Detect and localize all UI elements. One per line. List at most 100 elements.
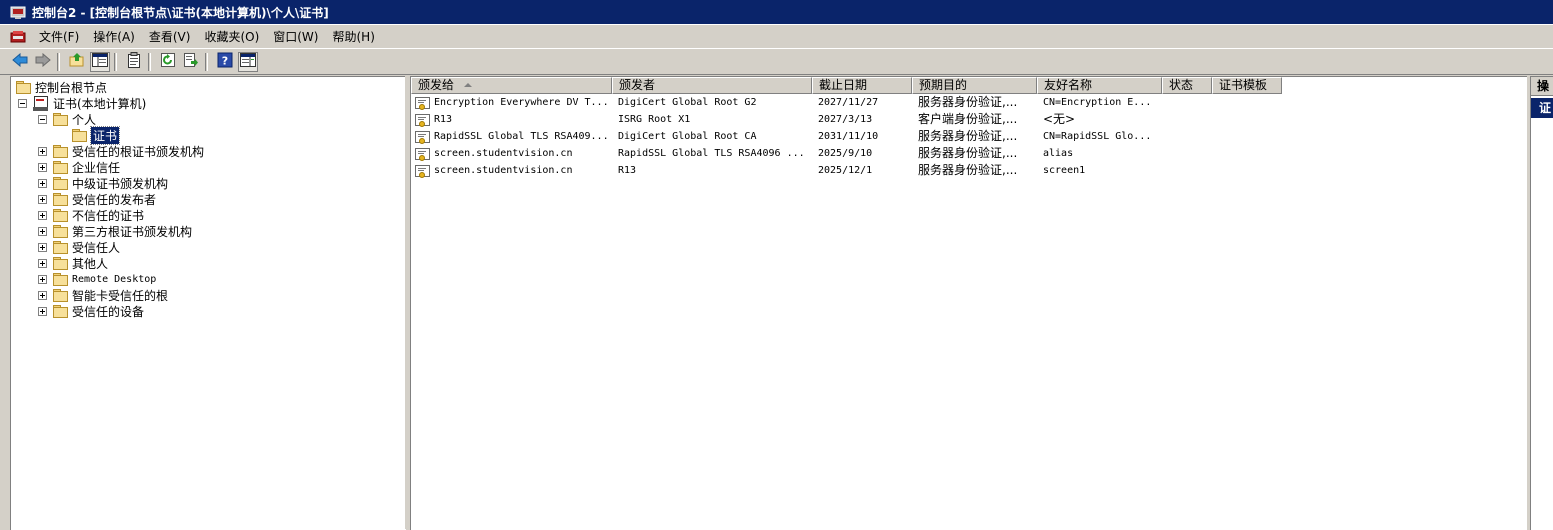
table-row[interactable]: screen.studentvision.cn RapidSSL Global … <box>411 145 1282 162</box>
cell-issued-by: R13 <box>618 165 637 176</box>
table-row[interactable]: RapidSSL Global TLS RSA409... DigiCert G… <box>411 128 1282 145</box>
collapse-icon[interactable] <box>18 98 27 108</box>
expand-icon[interactable] <box>38 226 47 236</box>
expand-icon[interactable] <box>38 258 47 268</box>
toolbar-separator <box>114 52 117 71</box>
expand-icon[interactable] <box>38 210 47 220</box>
menu-favorites[interactable]: 收藏夹(O) <box>197 27 266 47</box>
column-header-label: 颁发者 <box>619 78 656 92</box>
tree-node-trusted-publishers[interactable]: 受信任的发布者 <box>38 191 156 207</box>
tree-node-trusted-people[interactable]: 受信任人 <box>38 239 120 255</box>
column-header-issued-to[interactable]: 颁发给 <box>411 77 612 94</box>
results-list-pane[interactable]: 颁发给 颁发者 截止日期 预期目的 友好名称 状态 证书模板 Encryptio… <box>410 76 1527 530</box>
column-header-certificate-template[interactable]: 证书模板 <box>1212 77 1282 94</box>
cell-expiration-date: 2025/12/1 <box>818 165 873 176</box>
expand-icon[interactable] <box>38 274 47 284</box>
forward-button[interactable] <box>33 52 53 72</box>
console-tree-pane[interactable]: 控制台根节点 证书(本地计算机) 个人 证书 受信任的根证书颁发机构 企业信任 … <box>10 76 406 530</box>
menu-bar: 文件(F) 操作(A) 查看(V) 收藏夹(O) 窗口(W) 帮助(H) <box>0 25 1553 48</box>
menu-help[interactable]: 帮助(H) <box>325 27 381 47</box>
expand-icon[interactable] <box>38 194 47 204</box>
cell-text: R13 <box>434 114 453 125</box>
expand-icon[interactable] <box>38 306 47 316</box>
expand-icon[interactable] <box>38 162 47 172</box>
properties-button[interactable] <box>124 52 144 72</box>
tree-node-third-party-root-ca[interactable]: 第三方根证书颁发机构 <box>38 223 192 239</box>
expand-icon[interactable] <box>38 290 47 300</box>
table-row[interactable]: screen.studentvision.cn R13 2025/12/1 服务… <box>411 162 1282 179</box>
action-pane-header: 操 <box>1531 77 1553 96</box>
refresh-button[interactable] <box>158 52 178 72</box>
tree-node-certificates-local[interactable]: 证书(本地计算机) <box>18 95 146 111</box>
show-tree-icon <box>92 53 108 70</box>
collapse-icon[interactable] <box>38 114 47 124</box>
menu-action[interactable]: 操作(A) <box>86 27 142 47</box>
cell-intended-purposes: 服务器身份验证,... <box>918 146 1018 160</box>
tree-label-personal-certificates: 证书 <box>89 125 121 145</box>
folder-icon <box>53 113 68 126</box>
action-pane-selected-section[interactable]: 证 <box>1531 98 1553 118</box>
certificate-icon <box>415 130 431 144</box>
tree-label: 企业信任 <box>72 160 121 175</box>
tree-label: 第三方根证书颁发机构 <box>72 224 193 239</box>
tree-label: 受信任的发布者 <box>72 192 157 207</box>
tree-label: 其他人 <box>72 256 109 271</box>
column-header-label: 状态 <box>1169 78 1194 92</box>
cell-expiration-date: 2031/11/10 <box>818 131 879 142</box>
table-row[interactable]: Encryption Everywhere DV T... DigiCert G… <box>411 94 1282 111</box>
tree-node-smart-card-trusted-roots[interactable]: 智能卡受信任的根 <box>38 287 168 303</box>
menu-file[interactable]: 文件(F) <box>32 27 86 47</box>
cell-expiration-date: 2027/3/13 <box>818 114 873 125</box>
title-bar[interactable]: 控制台2 - [控制台根节点\证书(本地计算机)\个人\证书] <box>0 0 1553 25</box>
forward-icon <box>35 52 51 70</box>
tree-node-intermediate-ca[interactable]: 中级证书颁发机构 <box>38 175 168 191</box>
folder-icon <box>53 225 68 238</box>
console-menu-icon[interactable] <box>10 29 26 45</box>
column-header-label: 截止日期 <box>819 78 868 92</box>
up-one-level-button[interactable] <box>67 52 87 72</box>
column-header-expiration-date[interactable]: 截止日期 <box>812 77 912 94</box>
expand-icon[interactable] <box>38 242 47 252</box>
export-list-button[interactable] <box>181 52 201 72</box>
menu-window[interactable]: 窗口(W) <box>266 27 325 47</box>
cell-friendly-name: CN=Encryption E... <box>1043 97 1152 108</box>
cell-issued-by: RapidSSL Global TLS RSA4096 ... <box>618 148 805 159</box>
table-row[interactable]: R13 ISRG Root X1 2027/3/13 客户端身份验证,... <… <box>411 111 1282 128</box>
action-pane[interactable]: 操 证 <box>1530 76 1553 530</box>
back-button[interactable] <box>10 52 30 72</box>
tree-node-remote-desktop[interactable]: Remote Desktop <box>38 271 156 287</box>
tree-node-personal[interactable]: 个人 <box>38 111 96 127</box>
tree-node-untrusted-certificates[interactable]: 不信任的证书 <box>38 207 144 223</box>
tree-node-trusted-devices[interactable]: 受信任的设备 <box>38 303 144 319</box>
show-hide-tree-button[interactable] <box>90 51 110 72</box>
toolbar-separator <box>148 52 151 71</box>
tree-node-console-root[interactable]: 控制台根节点 <box>16 79 107 95</box>
certificate-store-icon <box>33 95 49 111</box>
cell-text: RapidSSL Global TLS RSA409... <box>434 131 609 142</box>
tree-node-enterprise-trust[interactable]: 企业信任 <box>38 159 120 175</box>
column-header-intended-purposes[interactable]: 预期目的 <box>912 77 1037 94</box>
folder-icon <box>53 145 68 158</box>
cell-expiration-date: 2027/11/27 <box>818 97 879 108</box>
column-header-label: 友好名称 <box>1044 78 1093 92</box>
column-header-status[interactable]: 状态 <box>1162 77 1212 94</box>
back-icon <box>12 52 28 70</box>
column-header-issued-by[interactable]: 颁发者 <box>612 77 812 94</box>
tree-node-trusted-root-ca[interactable]: 受信任的根证书颁发机构 <box>38 143 204 159</box>
help-button[interactable]: ? <box>215 52 235 72</box>
expand-icon[interactable] <box>38 146 47 156</box>
tree-label-console-root: 控制台根节点 <box>35 80 108 95</box>
cell-issued-to: R13 <box>411 111 612 128</box>
expand-icon[interactable] <box>38 178 47 188</box>
cell-friendly-name: <无> <box>1043 112 1076 126</box>
menu-view[interactable]: 查看(V) <box>142 27 198 47</box>
tree-label: 中级证书颁发机构 <box>72 176 169 191</box>
tree-node-personal-certificates[interactable]: 证书 <box>72 125 121 145</box>
tree-node-other-people[interactable]: 其他人 <box>38 255 108 271</box>
show-hide-action-pane-button[interactable] <box>238 51 258 72</box>
help-icon: ? <box>217 52 233 71</box>
certificate-icon <box>415 96 431 110</box>
column-header-friendly-name[interactable]: 友好名称 <box>1037 77 1162 94</box>
refresh-icon <box>160 52 176 71</box>
tree-label-personal: 个人 <box>72 112 97 127</box>
